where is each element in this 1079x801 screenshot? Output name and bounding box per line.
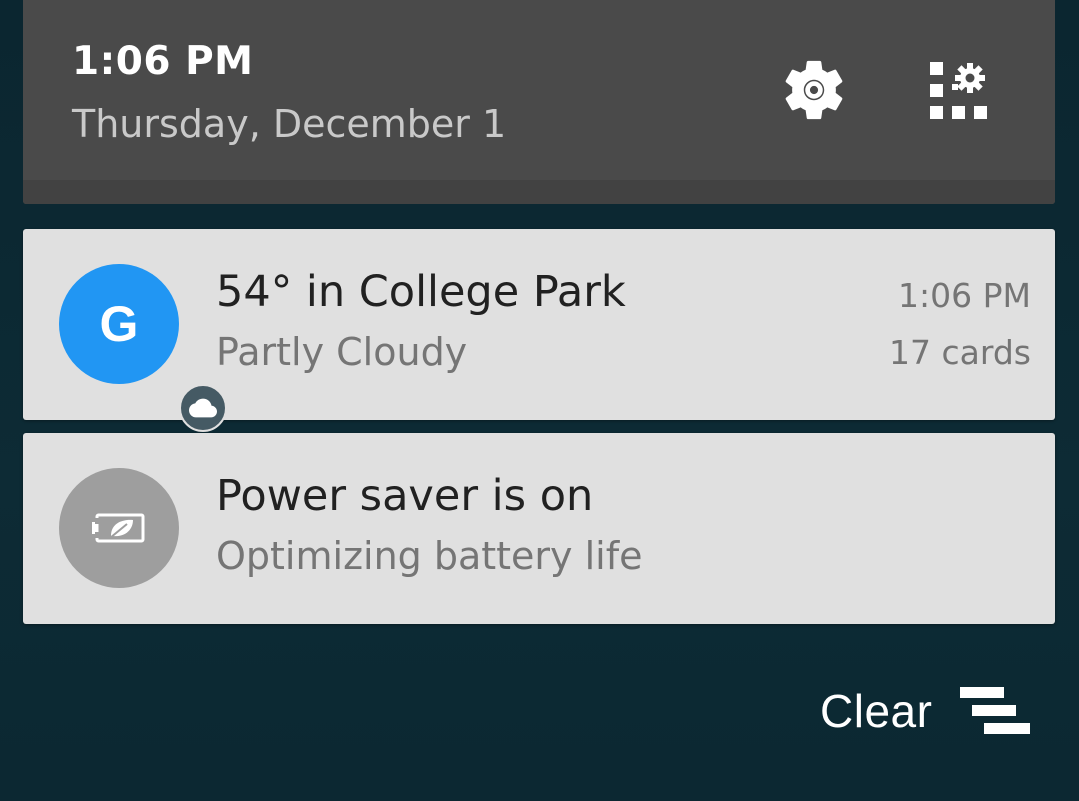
weather-badge xyxy=(179,384,227,432)
clock-time[interactable]: 1:06 PM xyxy=(72,38,253,86)
date-label[interactable]: Thursday, December 1 xyxy=(72,100,506,148)
settings-button[interactable] xyxy=(776,52,852,128)
notification-text: Partly Cloudy xyxy=(216,330,468,374)
clear-all-button[interactable]: Clear xyxy=(820,676,1032,746)
google-letter: G xyxy=(99,296,139,352)
power-saver-notification[interactable]: Power saver is on Optimizing battery lif… xyxy=(23,433,1055,624)
cloud-icon xyxy=(189,398,217,418)
google-weather-notification[interactable]: G 54° in College Park Partly Cloudy 1:06… xyxy=(23,229,1055,432)
google-icon: G xyxy=(59,264,227,432)
notification-title: Power saver is on xyxy=(216,471,594,521)
clear-all-label: Clear xyxy=(820,685,933,737)
clear-all-icon xyxy=(960,685,1032,737)
notification-text: Optimizing battery life xyxy=(216,534,643,578)
notification-time: 1:06 PM xyxy=(898,276,1031,315)
header-bottom-strip xyxy=(23,180,1055,204)
battery-leaf-icon xyxy=(92,513,145,543)
notification-title: 54° in College Park xyxy=(216,267,626,317)
edit-tiles-button[interactable] xyxy=(922,54,998,130)
quick-settings-header[interactable]: 1:06 PM Thursday, December 1 xyxy=(23,0,1055,204)
gear-icon xyxy=(785,60,843,120)
notification-info: 17 cards xyxy=(889,333,1031,372)
edit-tiles-icon xyxy=(930,62,987,119)
battery-saver-icon xyxy=(59,468,179,588)
